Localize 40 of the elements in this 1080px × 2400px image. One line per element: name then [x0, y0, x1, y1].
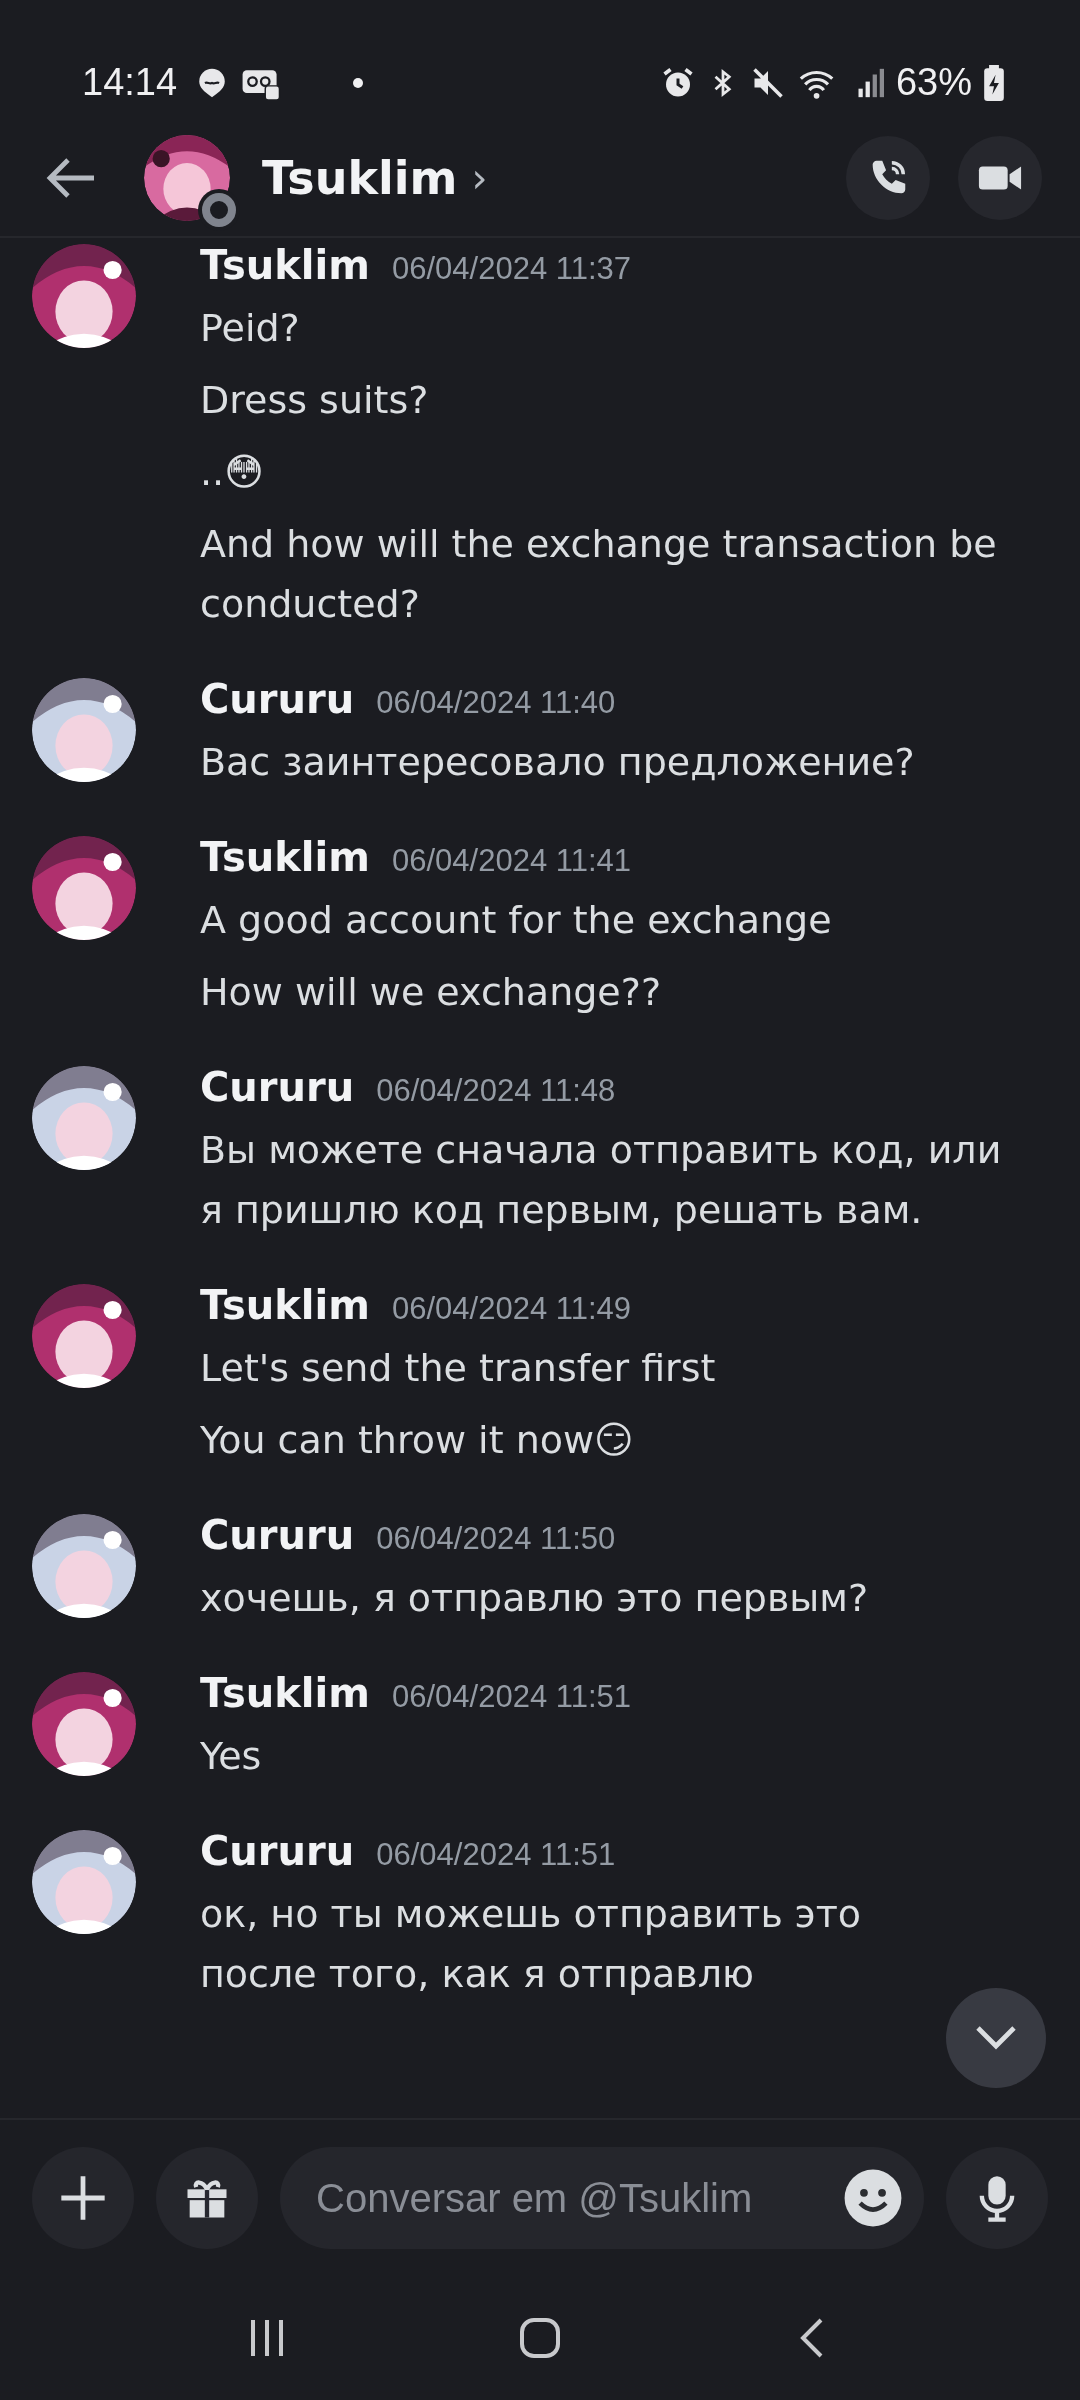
message-input-field[interactable]: Conversar em @Tsuklim [314, 2174, 842, 2222]
author-name[interactable]: Cururu [200, 676, 355, 722]
author-name[interactable]: Tsuklim [200, 834, 370, 880]
status-time: 14:14 [82, 61, 178, 104]
channel-title[interactable]: Tsuklim [262, 151, 458, 205]
message-text: ..😳 [200, 449, 265, 496]
message-timestamp: 06/04/2024 11:40 [376, 685, 616, 721]
message-text: ок, но ты можешь отправить это после того, как я отправлю [200, 1891, 863, 1998]
message-box[interactable]: Conversar em @Tsuklim [280, 2147, 924, 2249]
chevron-down-icon [974, 2024, 1018, 2052]
message-timestamp: 06/04/2024 11:37 [391, 251, 631, 287]
message-timestamp: 06/04/2024 11:50 [376, 1521, 616, 1557]
author-name[interactable]: Cururu [200, 1512, 355, 1558]
author-name[interactable]: Cururu [200, 1064, 355, 1110]
author-name[interactable]: Tsuklim [200, 1670, 370, 1716]
message-timestamp: 06/04/2024 11:49 [391, 1291, 631, 1327]
author-name[interactable]: Cururu [200, 1828, 355, 1874]
message-text: Let's send the transfer first [200, 1345, 717, 1392]
message-timestamp: 06/04/2024 11:51 [391, 1679, 631, 1715]
emoji-icon[interactable] [842, 2167, 904, 2229]
message-text: A good account for the exchange [200, 897, 833, 944]
author-name[interactable]: Tsuklim [200, 1282, 370, 1328]
message-timestamp: 06/04/2024 11:48 [376, 1073, 616, 1109]
message-text: Peid? [200, 305, 301, 352]
message-text: Dress suits? [200, 377, 430, 424]
message-timestamp: 06/04/2024 11:51 [376, 1837, 616, 1873]
message-text: How will we exchange?? [200, 969, 663, 1016]
battery-level: 63% [895, 61, 972, 104]
message-text: хочешь, я отправлю это первым? [200, 1575, 870, 1622]
message-text: Вас заинтересовало предложение? [200, 739, 916, 786]
message-text: Yes [200, 1733, 263, 1780]
battery-icon [984, 64, 1004, 101]
chevron-icon: › [471, 155, 488, 201]
message-text: Вы можете сначала отправить код, или я пришлю код первым, решать вам. [200, 1127, 1003, 1234]
author-name[interactable]: Tsuklim [200, 242, 370, 288]
message-text: You can throw it now😏 [200, 1417, 635, 1464]
message-timestamp: 06/04/2024 11:41 [391, 843, 631, 879]
dot-icon [353, 77, 364, 88]
message-text: And how will the exchange transaction be conducted? [200, 521, 998, 628]
home-icon[interactable] [518, 2316, 562, 2360]
